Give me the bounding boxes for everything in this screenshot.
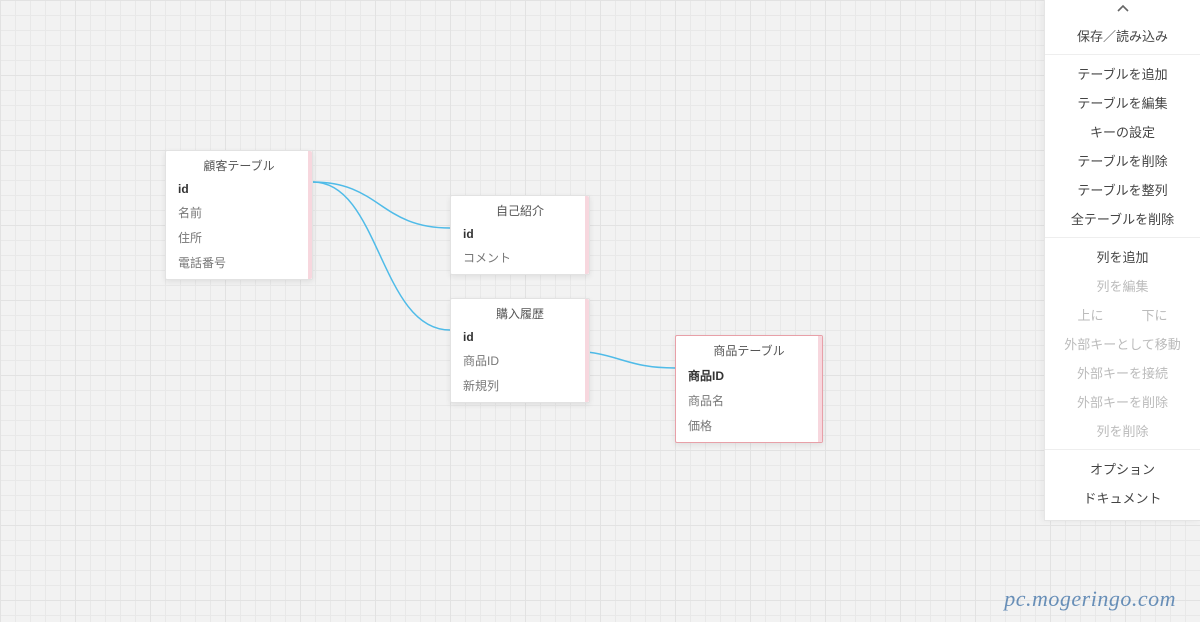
chevron-up-icon	[1116, 2, 1130, 17]
connector	[313, 182, 450, 330]
table-title: 商品テーブル	[676, 336, 822, 363]
table-history[interactable]: 購入履歴 id 商品ID 新規列	[450, 298, 590, 403]
menu-delete-all[interactable]: 全テーブルを削除	[1045, 204, 1200, 233]
collapse-button[interactable]	[1045, 0, 1200, 17]
table-row[interactable]: 電話番号	[166, 250, 312, 279]
menu-set-key[interactable]: キーの設定	[1045, 117, 1200, 146]
table-products[interactable]: 商品テーブル 商品ID 商品名 価格	[675, 335, 823, 443]
diagram-canvas[interactable]: 顧客テーブル id 名前 住所 電話番号 自己紹介 id コメント 購入履歴 i…	[0, 0, 1200, 622]
table-title: 顧客テーブル	[166, 151, 312, 178]
menu-options[interactable]: オプション	[1045, 454, 1200, 483]
table-row[interactable]: 新規列	[451, 373, 589, 402]
menu-edit-table[interactable]: テーブルを編集	[1045, 88, 1200, 117]
menu-delete-table[interactable]: テーブルを削除	[1045, 146, 1200, 175]
menu-add-table[interactable]: テーブルを追加	[1045, 59, 1200, 88]
table-customers[interactable]: 顧客テーブル id 名前 住所 電話番号	[165, 150, 313, 280]
menu-save-load[interactable]: 保存／読み込み	[1045, 21, 1200, 50]
table-title: 自己紹介	[451, 196, 589, 223]
menu-delete-fk: 外部キーを削除	[1045, 387, 1200, 416]
sidebar-menu: 保存／読み込み テーブルを追加 テーブルを編集 キーの設定 テーブルを削除 テー…	[1044, 0, 1200, 521]
table-row[interactable]: id	[451, 223, 589, 245]
menu-documentation[interactable]: ドキュメント	[1045, 483, 1200, 512]
table-row[interactable]: id	[166, 178, 312, 200]
table-row[interactable]: id	[451, 326, 589, 348]
menu-edit-column: 列を編集	[1045, 271, 1200, 300]
table-row[interactable]: 住所	[166, 225, 312, 250]
table-row[interactable]: 商品名	[676, 388, 822, 413]
table-row[interactable]: 価格	[676, 413, 822, 442]
table-row[interactable]: 商品ID	[451, 348, 589, 373]
table-row[interactable]: 商品ID	[676, 363, 822, 388]
menu-move-as-fk: 外部キーとして移動	[1045, 329, 1200, 358]
connector	[313, 182, 450, 228]
menu-move-up: 上に	[1073, 300, 1107, 329]
watermark-text: pc.mogeringo.com	[1004, 586, 1176, 612]
menu-add-column[interactable]: 列を追加	[1045, 242, 1200, 271]
table-row[interactable]: コメント	[451, 245, 589, 274]
table-row[interactable]: 名前	[166, 200, 312, 225]
table-title: 購入履歴	[451, 299, 589, 326]
table-profile[interactable]: 自己紹介 id コメント	[450, 195, 590, 275]
menu-delete-column: 列を削除	[1045, 416, 1200, 445]
menu-arrange-tables[interactable]: テーブルを整列	[1045, 175, 1200, 204]
connectors-layer	[0, 0, 1200, 622]
menu-connect-fk: 外部キーを接続	[1045, 358, 1200, 387]
menu-move-down: 下に	[1138, 300, 1172, 329]
